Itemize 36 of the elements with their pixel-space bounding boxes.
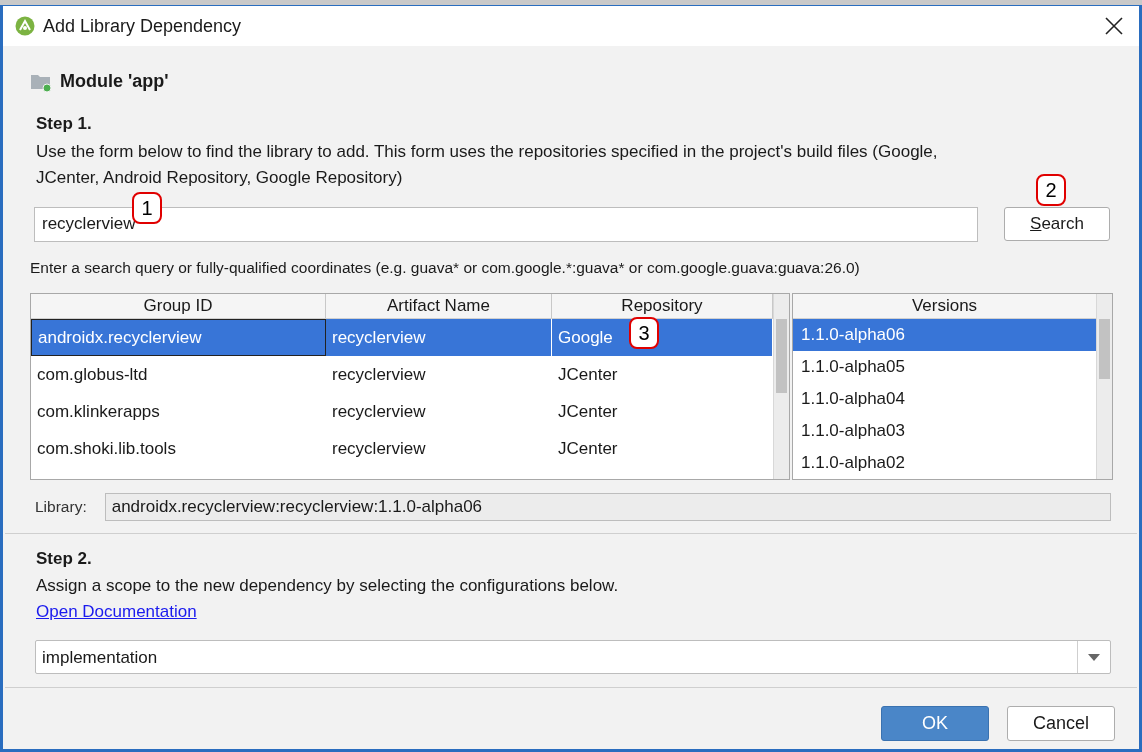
table-cell-text: com.shoki.lib.tools — [36, 437, 177, 460]
scrollbar[interactable] — [773, 293, 789, 479]
column-header[interactable]: Versions — [793, 293, 1096, 319]
scrollbar[interactable] — [1096, 293, 1112, 479]
search-hint: Enter a search query or fully-qualified coordinates (e.g. guava* or com.google.*:guava* or com.google.guava:guava:26.0) — [30, 257, 861, 278]
table-cell: recyclerview — [326, 318, 552, 356]
android-logo-icon — [15, 16, 35, 36]
step-heading: Step 1. — [36, 113, 93, 135]
window-title: Add Library Dependency — [43, 14, 243, 38]
table-cell-text: com.globus-ltd — [36, 363, 149, 386]
column-header[interactable]: Artifact Name — [326, 293, 552, 318]
search-button[interactable]: Search — [1004, 207, 1110, 241]
table-cell-text: recyclerview — [331, 437, 427, 460]
table-cell-text: com.klinkerapps — [36, 400, 161, 423]
table-cell: androidx.recyclerview — [31, 318, 326, 356]
callout-number: 2 — [1036, 174, 1066, 206]
table-cell-text: recyclerview — [331, 400, 427, 423]
close-icon[interactable] — [1105, 17, 1123, 35]
library-label: Library: — [35, 497, 87, 518]
scope-dropdown[interactable]: implementation — [35, 640, 1111, 675]
cancel-button[interactable]: Cancel — [1007, 706, 1115, 742]
step-heading: Step 2. — [36, 547, 93, 570]
version-item[interactable]: 1.1.0-alpha06 — [793, 318, 1096, 351]
documentation-link[interactable]: Open Documentation — [36, 601, 197, 621]
table-cell-text: JCenter — [557, 400, 619, 423]
column-header[interactable]: Group ID — [31, 293, 326, 318]
ok-button[interactable]: OK — [881, 706, 989, 742]
table-cell-text: JCenter — [557, 437, 619, 460]
library-field: androidx.recyclerview:recyclerview:1.1.0-alpha06 — [104, 492, 1111, 521]
dropdown-arrow-icon — [1088, 653, 1100, 661]
callout-number: 3 — [629, 317, 659, 349]
step-description: Assign a scope to the new dependency by selecting the configurations below. — [36, 575, 620, 598]
module-label: Module 'app' — [60, 70, 169, 93]
table-cell-text: recyclerview — [331, 363, 427, 386]
step-description: Use the form below to find the library to add. This form uses the repositories specified in the project's build files (Google, JCenter, Android Repository, Google Repository) — [36, 140, 939, 189]
table-cell-text: JCenter — [557, 363, 619, 386]
